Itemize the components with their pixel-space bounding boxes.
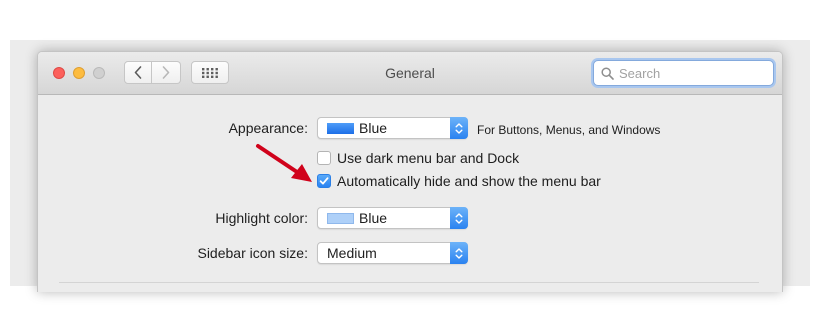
appearance-note: For Buttons, Menus, and Windows bbox=[477, 123, 661, 137]
up-down-chevron-icon bbox=[455, 212, 463, 224]
up-down-chevron-icon bbox=[455, 122, 463, 134]
titlebar: General bbox=[38, 52, 782, 95]
sidebar-size-popup-stepper[interactable] bbox=[450, 242, 468, 264]
highlight-color-popup[interactable]: Blue bbox=[317, 207, 468, 229]
highlight-color-swatch bbox=[327, 213, 354, 224]
up-down-chevron-icon bbox=[455, 247, 463, 259]
annotation-arrow-icon bbox=[256, 144, 312, 182]
highlight-color-value: Blue bbox=[359, 210, 388, 226]
appearance-label: Appearance: bbox=[228, 120, 308, 136]
highlight-popup-stepper[interactable] bbox=[450, 207, 468, 229]
appearance-color-swatch bbox=[327, 123, 354, 134]
appearance-value: Blue bbox=[359, 120, 388, 136]
preferences-window: General Appearance: Blue For Buttons, Me… bbox=[37, 51, 783, 292]
sidebar-icon-size-value: Medium bbox=[327, 245, 377, 261]
search-input[interactable] bbox=[614, 65, 769, 81]
section-divider bbox=[59, 282, 759, 283]
search-icon bbox=[601, 66, 614, 80]
dark-menu-bar-label[interactable]: Use dark menu bar and Dock bbox=[337, 150, 519, 166]
highlight-color-label: Highlight color: bbox=[215, 210, 308, 226]
sidebar-icon-size-popup[interactable]: Medium bbox=[317, 242, 468, 264]
auto-hide-menu-bar-label[interactable]: Automatically hide and show the menu bar bbox=[337, 173, 601, 189]
search-field[interactable] bbox=[593, 60, 774, 86]
sidebar-icon-size-label: Sidebar icon size: bbox=[197, 245, 308, 261]
appearance-popup[interactable]: Blue bbox=[317, 117, 468, 139]
appearance-popup-stepper[interactable] bbox=[450, 117, 468, 139]
